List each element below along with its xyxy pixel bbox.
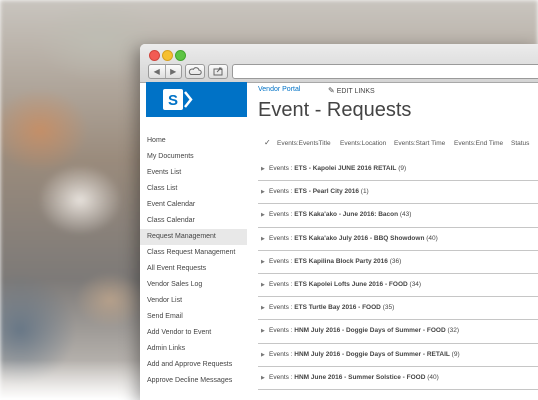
group-prefix: Events :	[269, 234, 295, 242]
list-group-row[interactable]: ▶ Events : ETS Kapolei Lofts June 2016 - …	[258, 274, 538, 298]
expand-caret-icon[interactable]: ▶	[261, 320, 265, 342]
edit-links-label: EDIT LINKS	[336, 88, 375, 95]
address-bar[interactable]	[232, 64, 538, 79]
expand-caret-icon[interactable]: ▶	[261, 344, 265, 366]
list-group-row[interactable]: ▶ Events : ETS Kapilina Block Party 2016 …	[258, 251, 538, 274]
nav-item-event-calendar[interactable]: Event Calendar	[140, 197, 247, 213]
cloud-icon	[188, 67, 202, 75]
nav-item-events-list[interactable]: Events List	[140, 165, 247, 181]
site-breadcrumb[interactable]: Vendor Portal	[258, 86, 300, 93]
page-title: Event - Requests	[258, 99, 412, 121]
nav-item-class-calendar[interactable]: Class Calendar	[140, 213, 247, 229]
group-count: (34)	[409, 280, 422, 288]
expand-caret-icon[interactable]: ▶	[261, 181, 265, 203]
list-group-row[interactable]: ▶ Events : ETS - Kapolei JUNE 2016 RETAIL…	[258, 158, 538, 182]
nav-item-add-and-approve-requests[interactable]: Add and Approve Requests	[140, 357, 247, 373]
browser-toolbar: ◀ ▶	[140, 44, 538, 83]
minimize-window-button[interactable]	[162, 50, 173, 61]
group-prefix: Events :	[269, 304, 295, 312]
expand-caret-icon[interactable]: ▶	[261, 367, 265, 389]
nav-item-class-request-management[interactable]: Class Request Management	[140, 245, 247, 261]
browser-window: ◀ ▶ S Vendor Portal ✎ EDIT LINKS Event - …	[140, 44, 538, 400]
list-group-row[interactable]: ▶ Events : ETS - Pearl City 2016 (1)	[258, 181, 538, 205]
cloud-button[interactable]	[185, 64, 205, 79]
group-count: (43)	[399, 211, 412, 219]
column-header-end-time[interactable]: Events:End Time	[454, 140, 503, 147]
edit-links[interactable]: ✎ EDIT LINKS	[328, 86, 375, 95]
group-count: (9)	[398, 165, 407, 172]
share-button[interactable]	[208, 64, 228, 79]
nav-item-home[interactable]: Home	[140, 133, 247, 149]
expand-caret-icon[interactable]: ▶	[261, 158, 265, 180]
checkmark-icon[interactable]: ✓	[264, 138, 271, 147]
list-group-row[interactable]: ▶ Events : HNM June 2016 - Summer Solstic…	[258, 367, 538, 390]
group-title: ETS Kapolei Lofts June 2016 - FOOD	[294, 280, 408, 288]
group-count: (1)	[360, 188, 369, 196]
nav-item-admin-links[interactable]: Admin Links	[140, 341, 247, 357]
group-count: (32)	[447, 327, 460, 335]
expand-caret-icon[interactable]: ▶	[261, 228, 265, 250]
group-prefix: Events :	[269, 188, 295, 196]
nav-item-send-email[interactable]: Send Email	[140, 309, 247, 325]
back-forward-buttons: ◀ ▶	[148, 64, 182, 79]
list-group-row[interactable]: ▶ Events : HNM July 2016 - Doggie Days of…	[258, 320, 538, 344]
expand-caret-icon[interactable]: ▶	[261, 204, 265, 226]
back-button[interactable]: ◀	[149, 65, 166, 78]
group-count: (40)	[426, 234, 438, 242]
group-count: (36)	[389, 257, 402, 265]
quick-launch-nav: Home My Documents Events List Class List…	[140, 133, 247, 389]
nav-item-class-list[interactable]: Class List	[140, 181, 247, 197]
group-prefix: Events :	[269, 165, 295, 172]
expand-caret-icon[interactable]: ▶	[261, 297, 265, 319]
grouped-list: ▶ Events : ETS - Kapolei JUNE 2016 RETAIL…	[258, 158, 538, 390]
group-title: ETS Turtle Bay 2016 - FOOD	[294, 304, 381, 312]
group-count: (40)	[427, 373, 439, 381]
nav-item-my-documents[interactable]: My Documents	[140, 149, 247, 165]
group-title: HNM July 2016 - Doggie Days of Summer - …	[294, 327, 446, 335]
nav-item-vendor-list[interactable]: Vendor List	[140, 293, 247, 309]
sharepoint-logo-icon: S	[163, 89, 193, 110]
share-icon	[213, 67, 223, 76]
group-prefix: Events :	[269, 327, 295, 335]
zoom-window-button[interactable]	[175, 50, 186, 61]
group-prefix: Events :	[269, 350, 295, 358]
group-title: ETS Kaka'ako July 2016 - BBQ Showdown	[294, 234, 425, 242]
list-group-row[interactable]: ▶ Events : HNM July 2016 - Doggie Days of…	[258, 344, 538, 367]
column-header-status[interactable]: Status	[511, 140, 529, 147]
svg-text:S: S	[168, 92, 178, 109]
column-header-location[interactable]: Events:Location	[340, 140, 386, 147]
group-prefix: Events :	[269, 280, 295, 288]
group-title: HNM June 2016 - Summer Solstice - FOOD	[294, 373, 426, 381]
nav-item-approve-decline-messages[interactable]: Approve Decline Messages	[140, 373, 247, 389]
group-prefix: Events :	[269, 211, 295, 219]
group-count: (9)	[451, 350, 460, 358]
nav-item-request-management[interactable]: Request Management	[140, 229, 247, 245]
list-group-row[interactable]: ▶ Events : ETS Kaka'ako - June 2016: Baco…	[258, 204, 538, 228]
group-prefix: Events :	[269, 257, 295, 265]
close-window-button[interactable]	[149, 50, 160, 61]
column-header-title[interactable]: Events:EventsTitle	[277, 140, 331, 147]
list-group-row[interactable]: ▶ Events : ETS Kaka'ako July 2016 - BBQ S…	[258, 228, 538, 251]
forward-button[interactable]: ▶	[166, 65, 182, 78]
expand-caret-icon[interactable]: ▶	[261, 251, 265, 273]
nav-item-all-event-requests[interactable]: All Event Requests	[140, 261, 247, 277]
group-prefix: Events :	[269, 373, 295, 381]
nav-item-vendor-sales-log[interactable]: Vendor Sales Log	[140, 277, 247, 293]
nav-item-add-vendor-to-event[interactable]: Add Vendor to Event	[140, 325, 247, 341]
group-count: (35)	[382, 304, 395, 312]
group-title: ETS - Kapolei JUNE 2016 RETAIL	[294, 165, 397, 172]
group-title: ETS Kaka'ako - June 2016: Bacon	[294, 211, 399, 219]
group-title: ETS - Pearl City 2016	[294, 188, 359, 196]
list-group-row[interactable]: ▶ Events : ETS Turtle Bay 2016 - FOOD (35…	[258, 297, 538, 321]
sharepoint-logo[interactable]: S	[146, 82, 247, 117]
group-title: HNM July 2016 - Doggie Days of Summer - …	[294, 350, 450, 358]
expand-caret-icon[interactable]: ▶	[261, 274, 265, 296]
pencil-icon: ✎	[328, 86, 335, 95]
group-title: ETS Kapilina Block Party 2016	[294, 257, 388, 265]
column-header-start-time[interactable]: Events:Start Time	[394, 140, 445, 147]
